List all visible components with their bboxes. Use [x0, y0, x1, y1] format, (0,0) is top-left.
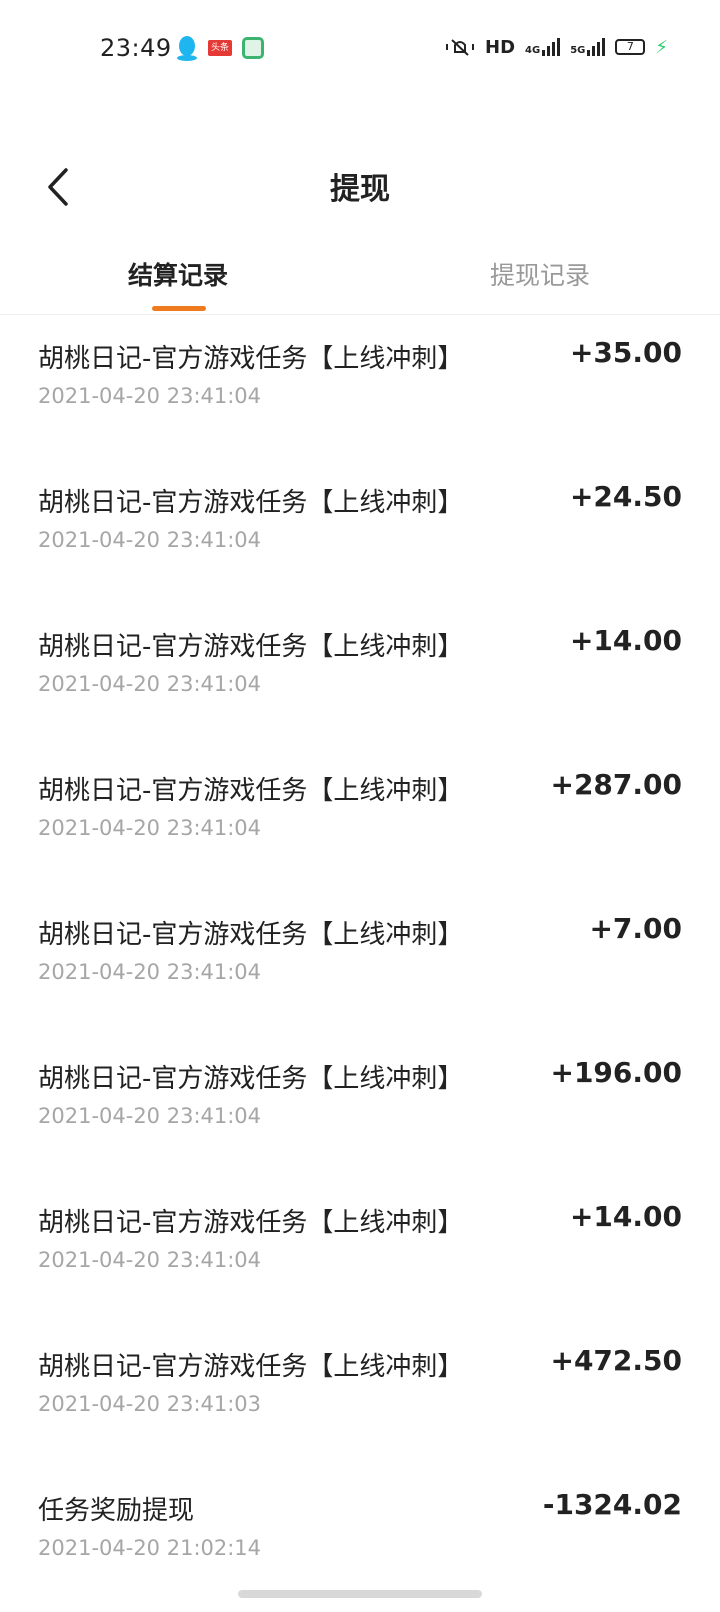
record-amount: +287.00	[550, 768, 682, 801]
nav-bar: 提现	[0, 150, 720, 230]
charging-icon: ⚡	[655, 36, 668, 58]
record-amount: +7.00	[589, 912, 682, 945]
record-date: 2021-04-20 21:02:14	[38, 1536, 262, 1560]
status-time: 23:49	[100, 34, 172, 62]
record-title: 胡桃日记-官方游戏任务【上线冲刺】	[38, 776, 464, 806]
record-title: 胡桃日记-官方游戏任务【上线冲刺】	[38, 1064, 464, 1094]
record-amount: +14.00	[569, 1200, 682, 1233]
record-title: 胡桃日记-官方游戏任务【上线冲刺】	[38, 344, 464, 374]
record-amount: +35.00	[569, 336, 682, 369]
list-item[interactable]: 胡桃日记-官方游戏任务【上线冲刺】 2021-04-20 23:41:04 +35.…	[0, 316, 720, 460]
record-amount: +24.50	[569, 480, 682, 513]
record-date: 2021-04-20 23:41:04	[38, 384, 262, 408]
record-title: 胡桃日记-官方游戏任务【上线冲刺】	[38, 632, 464, 662]
signal-4g: 4G	[525, 38, 561, 56]
signal-bars-icon	[542, 38, 561, 56]
record-title: 胡桃日记-官方游戏任务【上线冲刺】	[38, 920, 464, 950]
record-title: 任务奖励提现	[38, 1496, 195, 1526]
record-date: 2021-04-20 23:41:03	[38, 1392, 262, 1416]
battery-icon: 7	[615, 39, 646, 55]
record-title: 胡桃日记-官方游戏任务【上线冲刺】	[38, 1352, 464, 1382]
record-date: 2021-04-20 23:41:04	[38, 816, 262, 840]
record-list: 胡桃日记-官方游戏任务【上线冲刺】 2021-04-20 23:41:04 +35.…	[0, 316, 720, 1612]
list-item[interactable]: 胡桃日记-官方游戏任务【上线冲刺】 2021-04-20 23:41:04 +24.…	[0, 460, 720, 604]
tab-withdrawal-records[interactable]: 提现记录	[420, 256, 660, 292]
record-date: 2021-04-20 23:41:04	[38, 960, 262, 984]
tab-settlement-records[interactable]: 结算记录	[58, 256, 298, 292]
home-indicator[interactable]	[238, 1590, 482, 1598]
tab-bar: 结算记录 提现记录	[0, 246, 720, 315]
system-icons: HD 4G 5G 7 ⚡	[445, 36, 668, 58]
hd-label: HD	[485, 36, 516, 58]
page-title: 提现	[330, 172, 390, 207]
list-item[interactable]: 胡桃日记-官方游戏任务【上线冲刺】 2021-04-20 23:41:04 +7.0…	[0, 892, 720, 1036]
notification-icons: 头条	[176, 34, 264, 62]
list-item[interactable]: 胡桃日记-官方游戏任务【上线冲刺】 2021-04-20 23:41:03 +472…	[0, 1324, 720, 1468]
app-square-icon	[242, 37, 264, 59]
record-amount: +472.50	[550, 1344, 682, 1377]
list-item[interactable]: 胡桃日记-官方游戏任务【上线冲刺】 2021-04-20 23:41:04 +287…	[0, 748, 720, 892]
signal-bars-icon	[587, 38, 606, 56]
active-tab-indicator	[152, 306, 206, 311]
status-bar: 23:49 头条 HD 4G 5G 7 ⚡	[0, 0, 720, 96]
list-item[interactable]: 胡桃日记-官方游戏任务【上线冲刺】 2021-04-20 23:41:04 +14.…	[0, 604, 720, 748]
qq-penguin-icon	[177, 36, 197, 61]
net-4g-label: 4G	[525, 45, 541, 56]
record-amount: +14.00	[569, 624, 682, 657]
record-date: 2021-04-20 23:41:04	[38, 1104, 262, 1128]
record-amount: +196.00	[550, 1056, 682, 1089]
record-title: 胡桃日记-官方游戏任务【上线冲刺】	[38, 488, 464, 518]
record-title: 胡桃日记-官方游戏任务【上线冲刺】	[38, 1208, 464, 1238]
toutiao-icon: 头条	[208, 40, 232, 56]
net-5g-label: 5G	[570, 45, 586, 56]
mute-bell-icon	[446, 39, 474, 56]
list-item[interactable]: 胡桃日记-官方游戏任务【上线冲刺】 2021-04-20 23:41:04 +196…	[0, 1036, 720, 1180]
record-date: 2021-04-20 23:41:04	[38, 1248, 262, 1272]
signal-5g: 5G	[570, 38, 606, 56]
record-date: 2021-04-20 23:41:04	[38, 672, 262, 696]
list-item[interactable]: 胡桃日记-官方游戏任务【上线冲刺】 2021-04-20 23:41:04 +14.…	[0, 1180, 720, 1324]
record-amount: -1324.02	[542, 1488, 682, 1521]
record-date: 2021-04-20 23:41:04	[38, 528, 262, 552]
